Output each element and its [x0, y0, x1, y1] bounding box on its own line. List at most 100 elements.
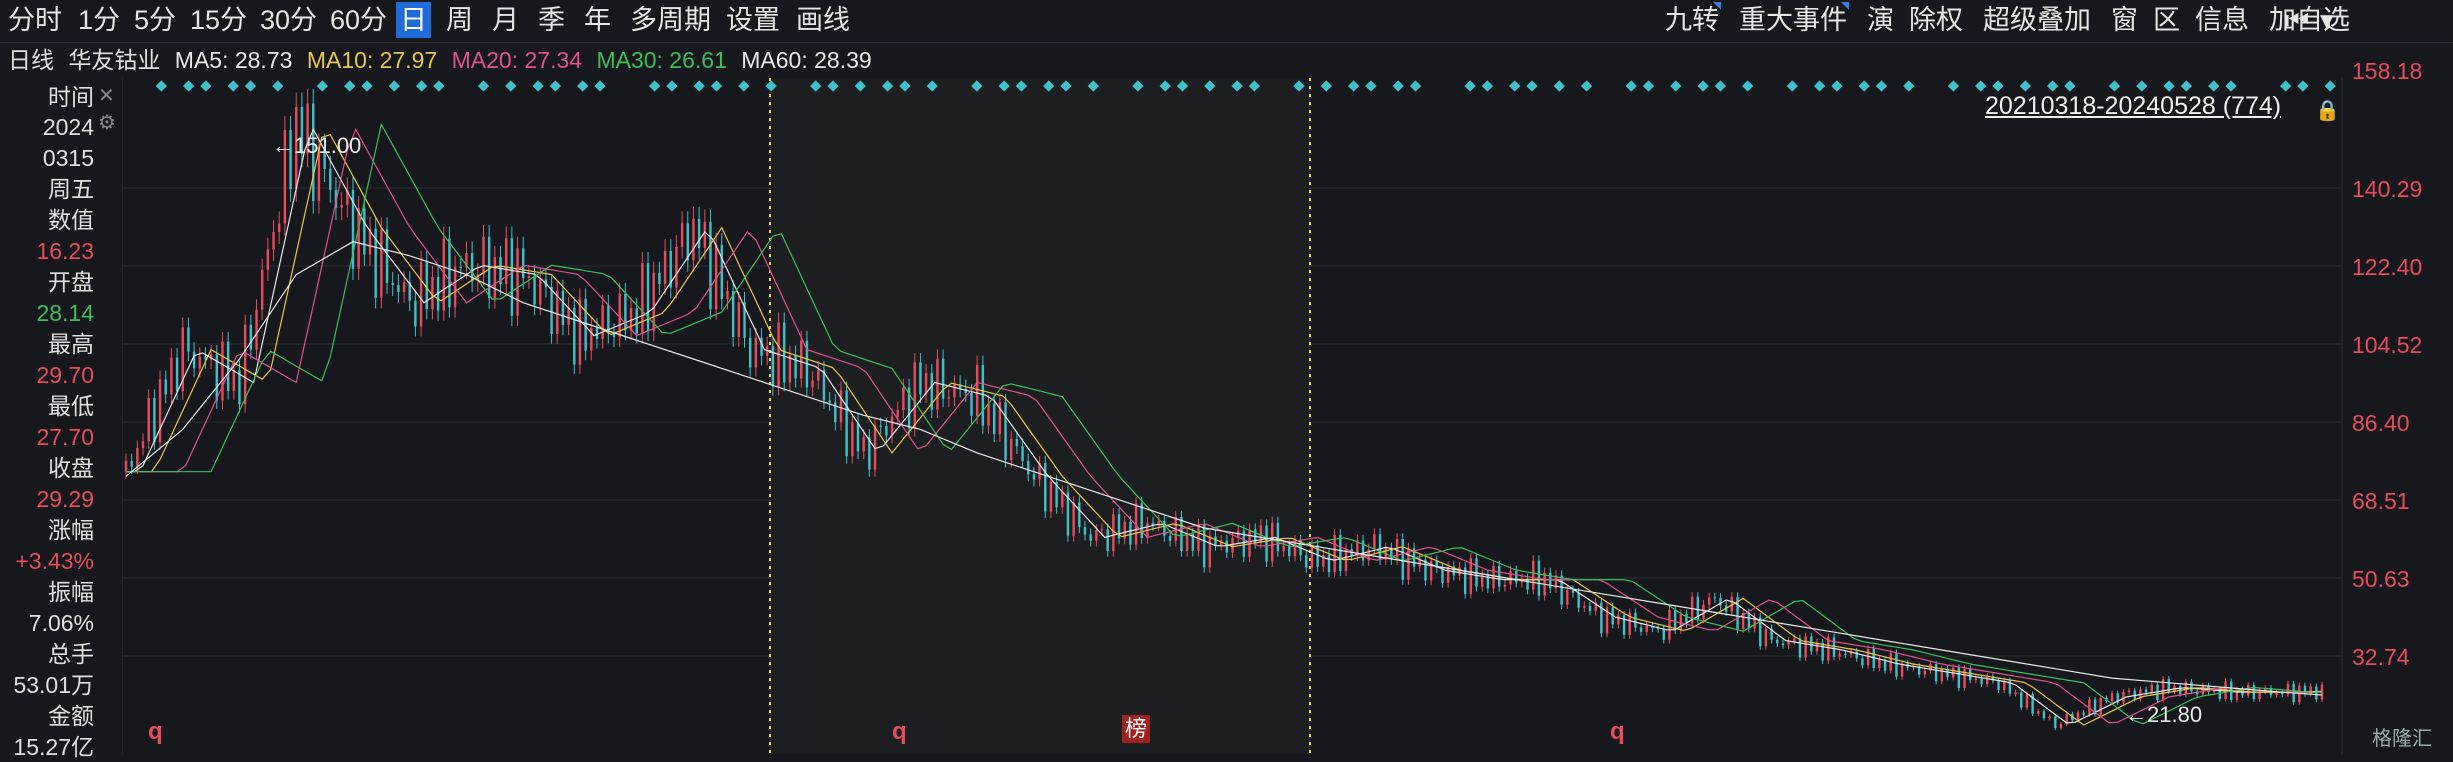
candle-body [567, 307, 570, 326]
candle-body [1061, 492, 1064, 508]
candle-body [1202, 525, 1206, 568]
min-price-label: ←21.80 [2125, 702, 2202, 727]
event-dot [2019, 80, 2031, 92]
candle-body [879, 425, 882, 427]
gear-icon[interactable]: ⚙ [98, 110, 116, 135]
candle-body [158, 379, 162, 443]
indicator-bar: 日线 华友钴业 MA5: 28.73 MA10: 27.97 MA20: 27.… [0, 42, 880, 78]
event-dot [1526, 80, 1538, 92]
corner-marker [1841, 2, 1849, 10]
event-dot [1553, 80, 1565, 92]
first-page-icon[interactable]: ⏮ [2285, 2, 2309, 38]
candle-body [1112, 514, 1115, 552]
candle-body [2048, 716, 2051, 719]
candle-body [1764, 628, 1768, 647]
event-dot [549, 80, 562, 92]
candle-body [1662, 628, 1665, 640]
event-dot [1813, 80, 1826, 92]
event-marker-3[interactable]: q [1610, 718, 1625, 746]
candle-body [890, 416, 894, 436]
candle-body [856, 422, 860, 452]
candle-body [913, 362, 916, 429]
period-tab-9[interactable]: 季 [534, 2, 569, 38]
candle-body [459, 266, 462, 268]
period-tab-13[interactable]: 画线 [792, 2, 854, 38]
tool-4[interactable]: 超级叠加 [1983, 2, 2091, 38]
candle-body [1248, 529, 1251, 557]
candle-body [1776, 639, 1779, 644]
candle-body [1532, 560, 1535, 590]
event-dot [388, 80, 400, 92]
dropdown-icon[interactable]: ▾ [2320, 2, 2334, 38]
tool-7[interactable]: 信息 [2195, 2, 2249, 38]
ranking-badge[interactable]: 榜 [1122, 715, 1151, 743]
period-tab-5[interactable]: 60分 [326, 2, 391, 38]
period-tab-4[interactable]: 30分 [256, 2, 321, 38]
event-dot [505, 80, 517, 92]
kline-chart[interactable]: ←151.00 ←21.80 [122, 78, 2452, 754]
event-dot [272, 80, 284, 92]
candle-body [232, 369, 236, 391]
period-tab-12[interactable]: 设置 [722, 2, 784, 38]
period-tab-8[interactable]: 月 [488, 2, 523, 38]
candle-body [1986, 676, 1989, 685]
candle-body [402, 282, 406, 292]
event-dot [1464, 80, 1476, 92]
candle-body [2059, 724, 2063, 729]
candle-body [2315, 686, 2318, 700]
value-label: 数值 [48, 207, 94, 233]
candle-body [1401, 539, 1404, 580]
stock-name[interactable]: 华友钴业 [68, 47, 160, 73]
candle-body [2150, 684, 2153, 693]
candle-body [2110, 693, 2114, 702]
period-tab-1[interactable]: 1分 [74, 2, 124, 38]
candle-body [817, 370, 820, 381]
candle-body [2042, 711, 2046, 719]
candle-body [533, 276, 536, 305]
ma5-value: MA5: 28.73 [174, 47, 293, 73]
candle-body [1458, 567, 1461, 576]
period-tab-11[interactable]: 多周期 [626, 2, 715, 38]
period-tab-10[interactable]: 年 [580, 2, 615, 38]
event-dot [1580, 80, 1593, 92]
candle-body [340, 204, 343, 208]
candle-body [1271, 522, 1274, 562]
event-dot [1975, 80, 1987, 92]
value-number: 16.23 [36, 238, 94, 264]
period-tab-6[interactable]: 日 [396, 2, 431, 38]
candle-body [1185, 534, 1189, 552]
event-dot [2108, 80, 2121, 92]
tool-2[interactable]: 演 [1867, 2, 1894, 38]
event-marker-1[interactable]: q [148, 718, 163, 746]
candle-body [1963, 668, 1966, 689]
tool-0[interactable]: 九转 [1665, 2, 1721, 38]
candle-body [1310, 545, 1314, 568]
period-tab-0[interactable]: 分时 [4, 2, 66, 38]
event-marker-2[interactable]: q [892, 718, 907, 746]
candle-body [1645, 626, 1648, 632]
date-range-label[interactable]: 20210318-20240528 (774) [1985, 92, 2281, 121]
ma60-value: MA60: 28.39 [741, 47, 872, 73]
tool-1[interactable]: 重大事件 [1739, 2, 1849, 38]
tool-3[interactable]: 除权 [1909, 2, 1963, 38]
event-dot [316, 80, 329, 92]
event-dot [2208, 80, 2220, 92]
tool-6[interactable]: 区 [2153, 2, 2180, 38]
candle-body [1588, 605, 1592, 612]
event-dot [2046, 80, 2059, 92]
event-dot [2279, 80, 2292, 92]
lock-icon[interactable]: 🔒 [2315, 98, 2340, 123]
event-dot [1409, 80, 1422, 92]
candle-body [419, 262, 423, 327]
period-tab-3[interactable]: 15分 [186, 2, 251, 38]
tool-8[interactable]: 加自选 [2269, 2, 2350, 38]
candle-body [885, 425, 888, 436]
open-label: 开盘 [48, 269, 94, 295]
close-icon[interactable]: ✕ [98, 83, 115, 108]
candle-body [2025, 694, 2029, 708]
event-dot [244, 80, 257, 92]
period-tab-7[interactable]: 周 [442, 2, 477, 38]
event-dot [227, 80, 239, 92]
period-tab-2[interactable]: 5分 [130, 2, 180, 38]
tool-5[interactable]: 窗 [2111, 2, 2138, 38]
